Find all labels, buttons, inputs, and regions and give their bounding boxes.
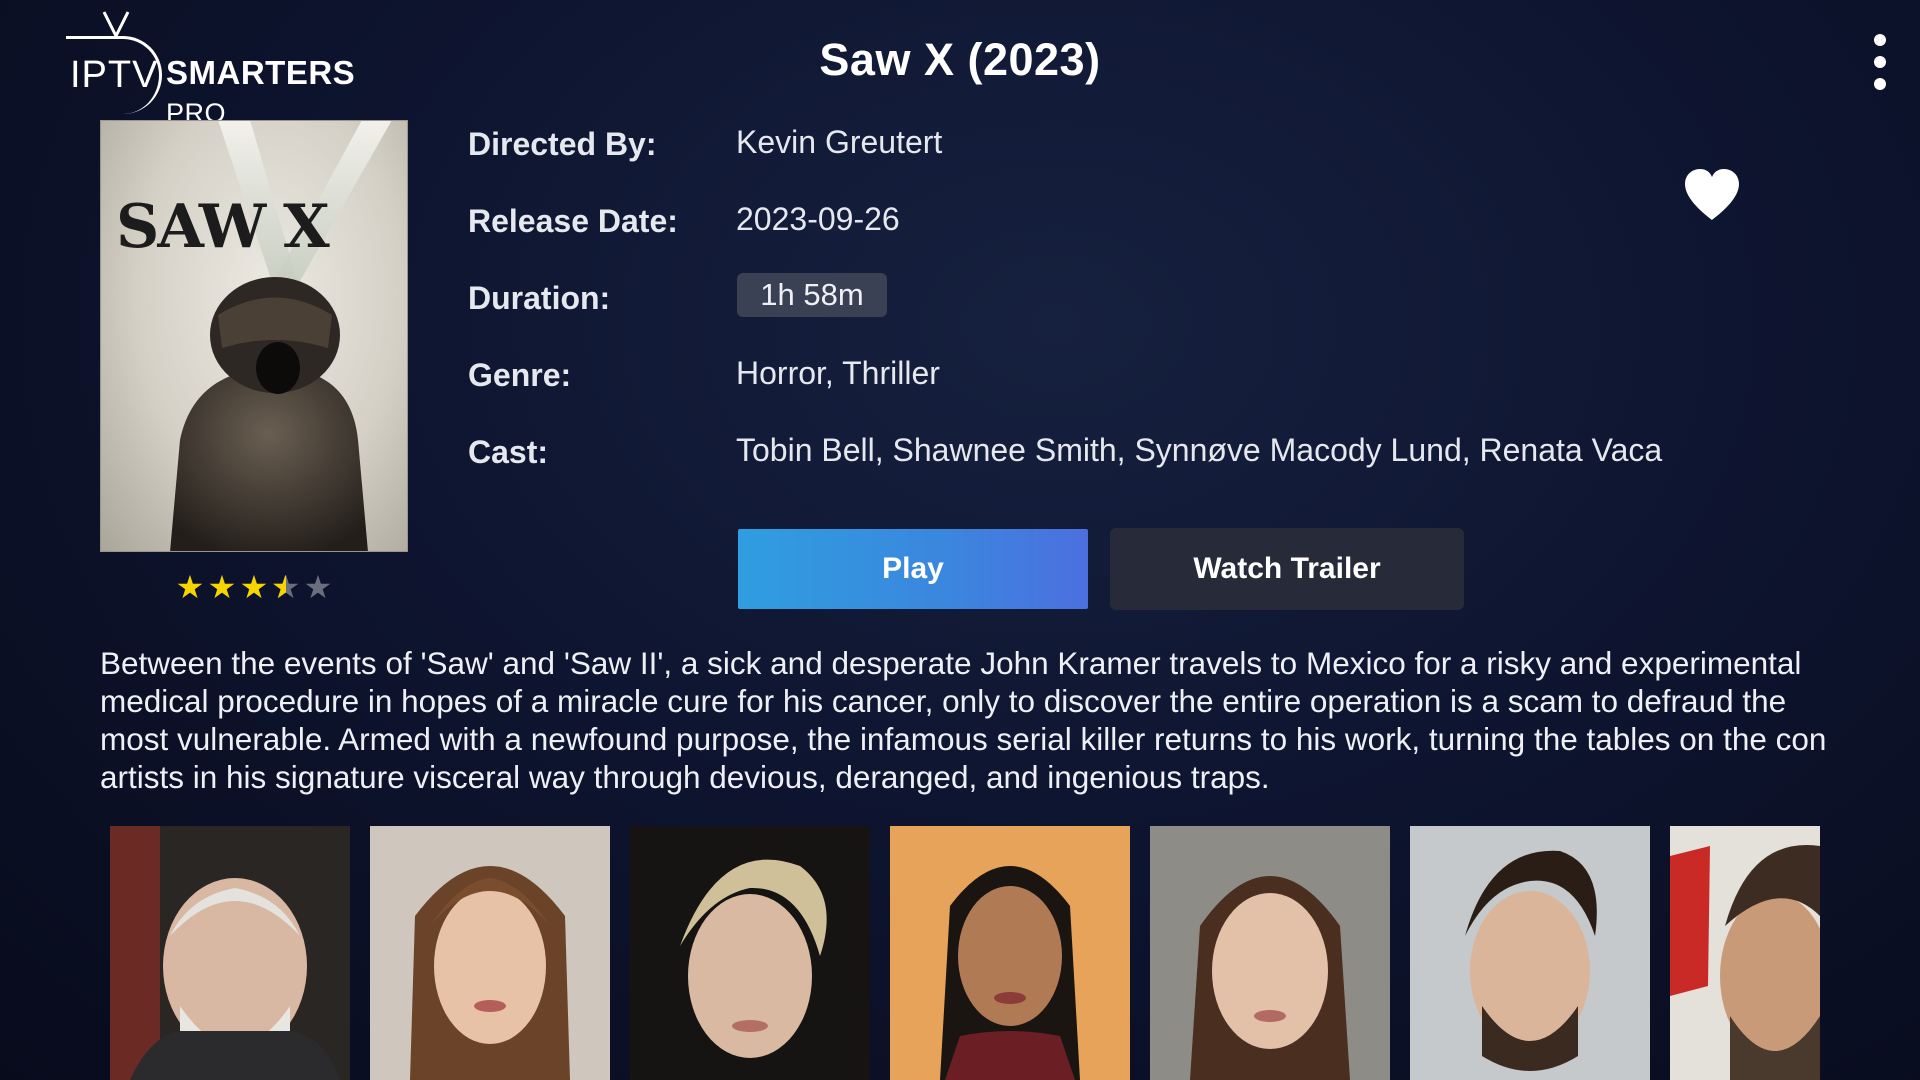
watch-trailer-button[interactable]: Watch Trailer	[1110, 528, 1464, 610]
poster-title: SAW X	[116, 192, 330, 262]
play-button[interactable]: Play	[738, 529, 1088, 609]
cast-photo	[1670, 826, 1820, 1080]
cast-member-card[interactable]	[370, 826, 610, 1080]
movie-detail-screen: IPTV SMARTERS PRO Saw X (2023) SAW X ★ ★…	[0, 0, 1920, 1080]
star-empty-icon: ★	[303, 569, 333, 605]
cast-member-card[interactable]	[630, 826, 870, 1080]
directed-by-value: Kevin Greutert	[736, 124, 943, 160]
star-rating: ★ ★ ★ ★ ★	[175, 570, 333, 604]
directed-by-label: Directed By:	[468, 126, 657, 162]
star-half-icon: ★	[271, 570, 301, 604]
duration-badge: 1h 58m	[737, 273, 887, 317]
cast-value: Tobin Bell, Shawnee Smith, Synnøve Macod…	[736, 432, 1663, 468]
cast-photo	[370, 826, 610, 1080]
cast-photo	[890, 826, 1130, 1080]
movie-poster: SAW X	[100, 120, 408, 552]
cast-photo	[110, 826, 350, 1080]
star-icon: ★	[175, 569, 205, 605]
cast-member-card[interactable]	[1410, 826, 1650, 1080]
page-title: Saw X (2023)	[819, 34, 1101, 85]
star-icon: ★	[207, 569, 237, 605]
genre-label: Genre:	[468, 357, 572, 393]
movie-description: Between the events of 'Saw' and 'Saw II'…	[100, 645, 1827, 795]
duration-label: Duration:	[468, 280, 611, 316]
cast-member-card[interactable]	[890, 826, 1130, 1080]
cast-photo	[1410, 826, 1650, 1080]
more-vertical-icon[interactable]	[1872, 34, 1888, 90]
poster-artwork	[100, 120, 408, 552]
cast-carousel[interactable]	[110, 826, 1820, 1080]
cast-member-card[interactable]	[1670, 826, 1820, 1080]
genre-value: Horror, Thriller	[736, 355, 940, 391]
release-date-value: 2023-09-26	[736, 201, 900, 237]
cast-photo	[630, 826, 870, 1080]
cast-member-card[interactable]	[1150, 826, 1390, 1080]
cast-photo	[1150, 826, 1390, 1080]
heart-icon[interactable]	[1683, 168, 1741, 222]
cast-member-card[interactable]	[110, 826, 350, 1080]
star-icon: ★	[239, 569, 269, 605]
cast-label: Cast:	[468, 434, 549, 470]
release-date-label: Release Date:	[468, 203, 678, 239]
